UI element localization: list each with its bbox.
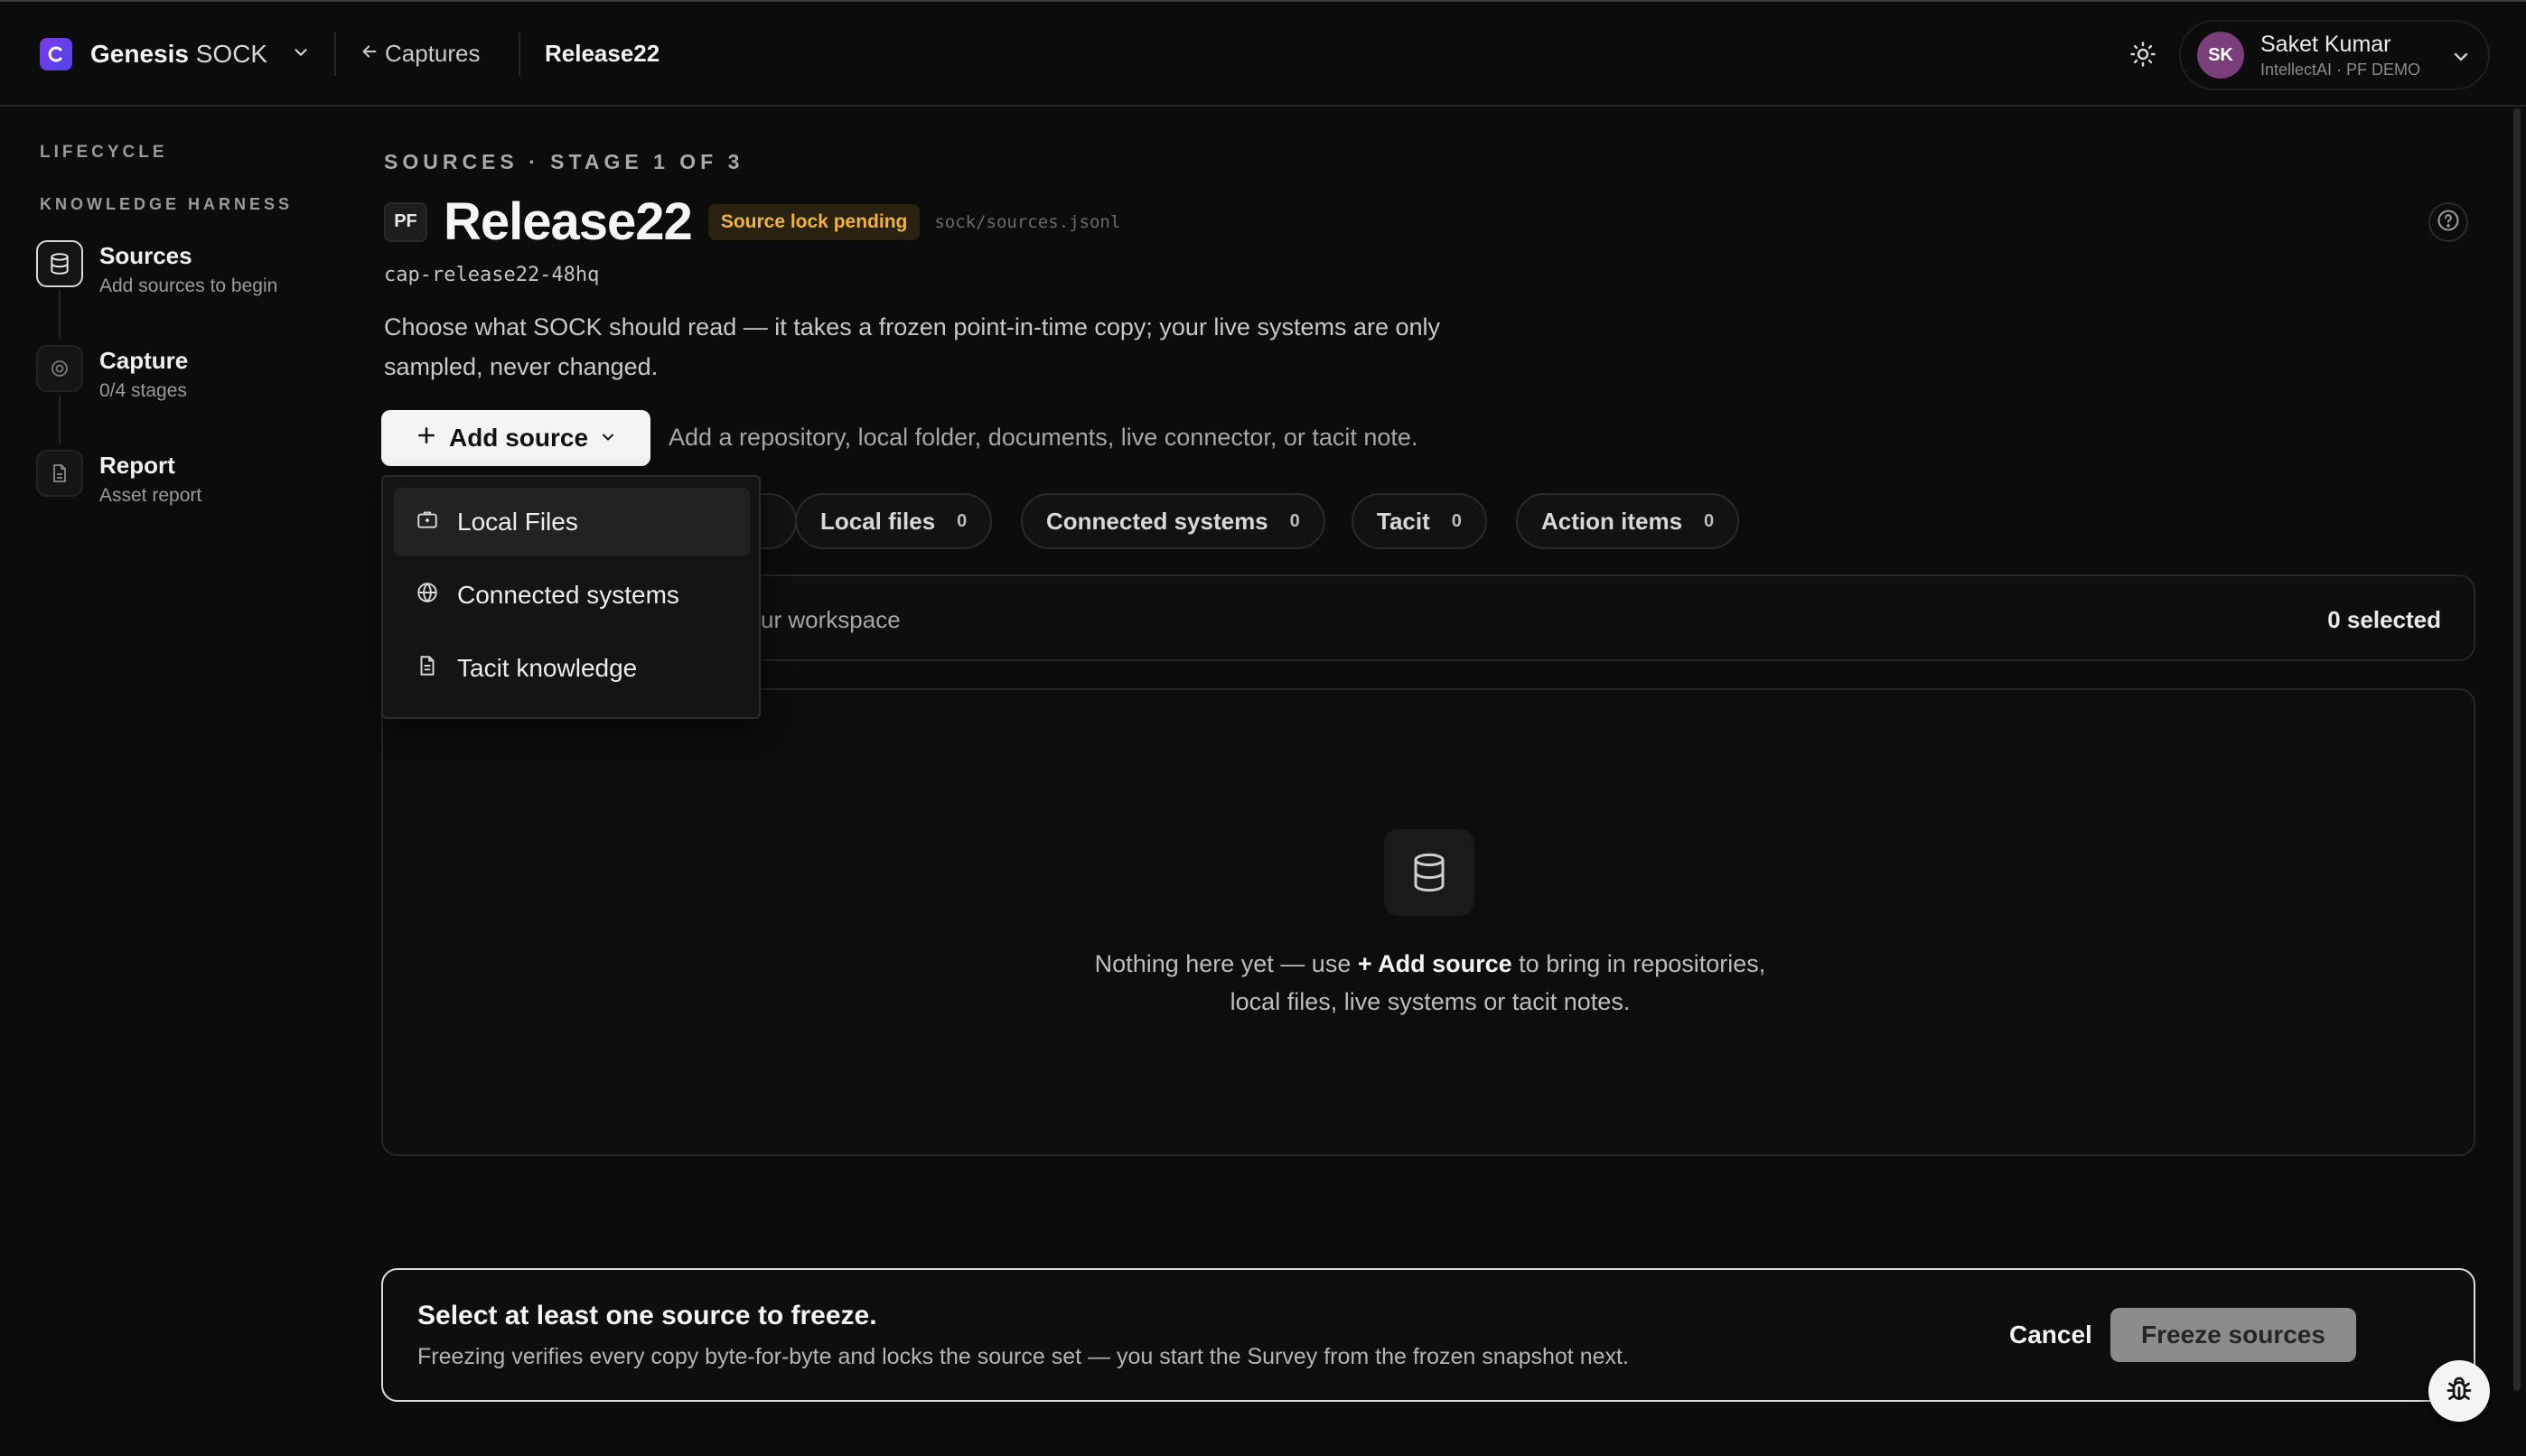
- target-icon: [36, 345, 83, 392]
- add-source-label: Add source: [448, 424, 589, 452]
- avatar: SK: [2197, 32, 2244, 79]
- sidebar-section-lifecycle: LIFECYCLE: [40, 143, 168, 162]
- pill-label: Local files: [820, 507, 936, 535]
- pill-count: 0: [957, 510, 968, 531]
- empty-text-line2: local files, live systems or tacit notes…: [1230, 988, 1631, 1015]
- arrow-left-icon: [360, 40, 379, 68]
- menu-item-local-files[interactable]: Local Files: [394, 488, 750, 556]
- sidebar-item-label: Capture: [99, 347, 189, 374]
- workspace-switcher[interactable]: Genesis SOCK: [40, 38, 311, 70]
- brand-name: Genesis SOCK: [90, 40, 267, 69]
- back-label: Captures: [385, 40, 481, 67]
- app-window: Genesis SOCK Captures Release22 SK Saket…: [0, 0, 2526, 1456]
- sidebar-item-sub: Asset report: [99, 485, 202, 506]
- lifecycle-sidebar: LIFECYCLE KNOWLEDGE HARNESS Sources Add …: [0, 108, 343, 1456]
- sidebar-item-capture[interactable]: Capture 0/4 stages: [36, 345, 188, 402]
- genesis-logo-icon: [40, 38, 72, 70]
- status-badge: Source lock pending: [707, 203, 921, 240]
- freeze-action-bar: Select at least one source to freeze. Fr…: [381, 1268, 2475, 1402]
- menu-item-tacit-knowledge[interactable]: Tacit knowledge: [394, 634, 750, 703]
- report-bug-button[interactable]: [2428, 1360, 2490, 1422]
- user-menu-button[interactable]: SK Saket Kumar IntellectAI · PF DEMO: [2179, 20, 2490, 90]
- help-circle-icon: [2436, 208, 2461, 238]
- breadcrumb-current: Release22: [545, 40, 660, 67]
- pill-count: 0: [1704, 510, 1715, 531]
- theme-toggle-button[interactable]: [2125, 38, 2161, 74]
- pill-count: 0: [1289, 510, 1300, 531]
- add-source-menu: Local Files Connected systems Tacit know…: [381, 475, 761, 719]
- menu-item-label: Connected systems: [457, 581, 679, 609]
- selected-count: 0 selected: [2327, 606, 2441, 633]
- empty-text-pre: Nothing here yet — use: [1094, 950, 1352, 977]
- database-icon: [36, 240, 83, 287]
- empty-text-post: to bring in repositories,: [1519, 950, 1766, 977]
- header-divider: [334, 33, 336, 76]
- header-divider: [519, 33, 520, 76]
- menu-item-label: Tacit knowledge: [457, 654, 638, 682]
- help-button[interactable]: [2428, 202, 2468, 242]
- sidebar-item-label: Report: [99, 452, 175, 479]
- page-description: Choose what SOCK should read — it takes …: [384, 313, 1441, 380]
- footer-subtitle: Freezing verifies every copy byte-for-by…: [417, 1344, 1629, 1369]
- sources-empty-state: Nothing here yet — use + Add source to b…: [381, 688, 2475, 1156]
- add-source-button[interactable]: Add source: [381, 410, 650, 466]
- empty-text-add-source: + Add source: [1357, 950, 1512, 977]
- filter-pill-action-items[interactable]: Action items 0: [1516, 493, 1740, 549]
- cancel-button[interactable]: Cancel: [1988, 1308, 2114, 1362]
- top-header: Genesis SOCK Captures Release22 SK Saket…: [0, 2, 2526, 107]
- sidebar-item-sources[interactable]: Sources Add sources to begin: [36, 240, 277, 297]
- chevron-down-icon: [2450, 46, 2472, 72]
- empty-state-message: Nothing here yet — use + Add source to b…: [383, 945, 2477, 1021]
- bug-icon: [2443, 1373, 2475, 1410]
- pill-label: Action items: [1541, 507, 1683, 535]
- pill-label: Connected systems: [1046, 507, 1268, 535]
- briefcase-icon: [416, 508, 439, 537]
- pill-label: Tacit: [1377, 507, 1430, 535]
- add-source-hint: Add a repository, local folder, document…: [669, 424, 1418, 451]
- sidebar-item-sub: 0/4 stages: [99, 380, 187, 401]
- brand-bold: Genesis: [90, 40, 189, 68]
- chevron-down-icon: [599, 424, 617, 453]
- sources-file-path: sock/sources.jsonl: [934, 211, 1121, 232]
- capture-id: cap-release22-48hq: [384, 264, 600, 286]
- sidebar-item-label: Sources: [99, 242, 192, 269]
- sun-icon: [2129, 41, 2156, 72]
- freeze-sources-button[interactable]: Freeze sources: [2110, 1308, 2356, 1362]
- brand-light: SOCK: [195, 40, 268, 68]
- user-org: IntellectAI · PF DEMO: [2260, 60, 2421, 79]
- chevron-down-icon: [291, 42, 311, 67]
- filter-pill-connected-systems[interactable]: Connected systems 0: [1021, 493, 1325, 549]
- scrollbar[interactable]: [2513, 108, 2521, 1391]
- globe-icon: [416, 581, 439, 611]
- back-to-captures-link[interactable]: Captures: [360, 40, 481, 68]
- project-badge: PF: [384, 201, 427, 242]
- sidebar-section-harness: KNOWLEDGE HARNESS: [40, 195, 294, 213]
- plus-icon: [415, 424, 438, 453]
- pill-count: 0: [1451, 510, 1462, 531]
- user-name: Saket Kumar: [2260, 31, 2391, 57]
- menu-item-connected-systems[interactable]: Connected systems: [394, 561, 750, 630]
- user-info: Saket Kumar IntellectAI · PF DEMO: [2260, 32, 2420, 79]
- database-icon: [1384, 829, 1474, 916]
- step-connector: [59, 396, 61, 444]
- stage-eyebrow: SOURCES · STAGE 1 OF 3: [384, 150, 744, 173]
- sidebar-item-sub: Add sources to begin: [99, 275, 278, 296]
- page-title: Release22: [444, 192, 693, 251]
- title-row: PF Release22 Source lock pending sock/so…: [384, 191, 1120, 252]
- filter-pill-local-files[interactable]: Local files 0: [795, 493, 993, 549]
- footer-title: Select at least one source to freeze.: [417, 1301, 877, 1330]
- document-icon: [416, 654, 439, 684]
- sidebar-item-report[interactable]: Report Asset report: [36, 450, 201, 507]
- filter-pill-tacit[interactable]: Tacit 0: [1352, 493, 1487, 549]
- document-icon: [36, 450, 83, 497]
- menu-item-label: Local Files: [457, 508, 578, 536]
